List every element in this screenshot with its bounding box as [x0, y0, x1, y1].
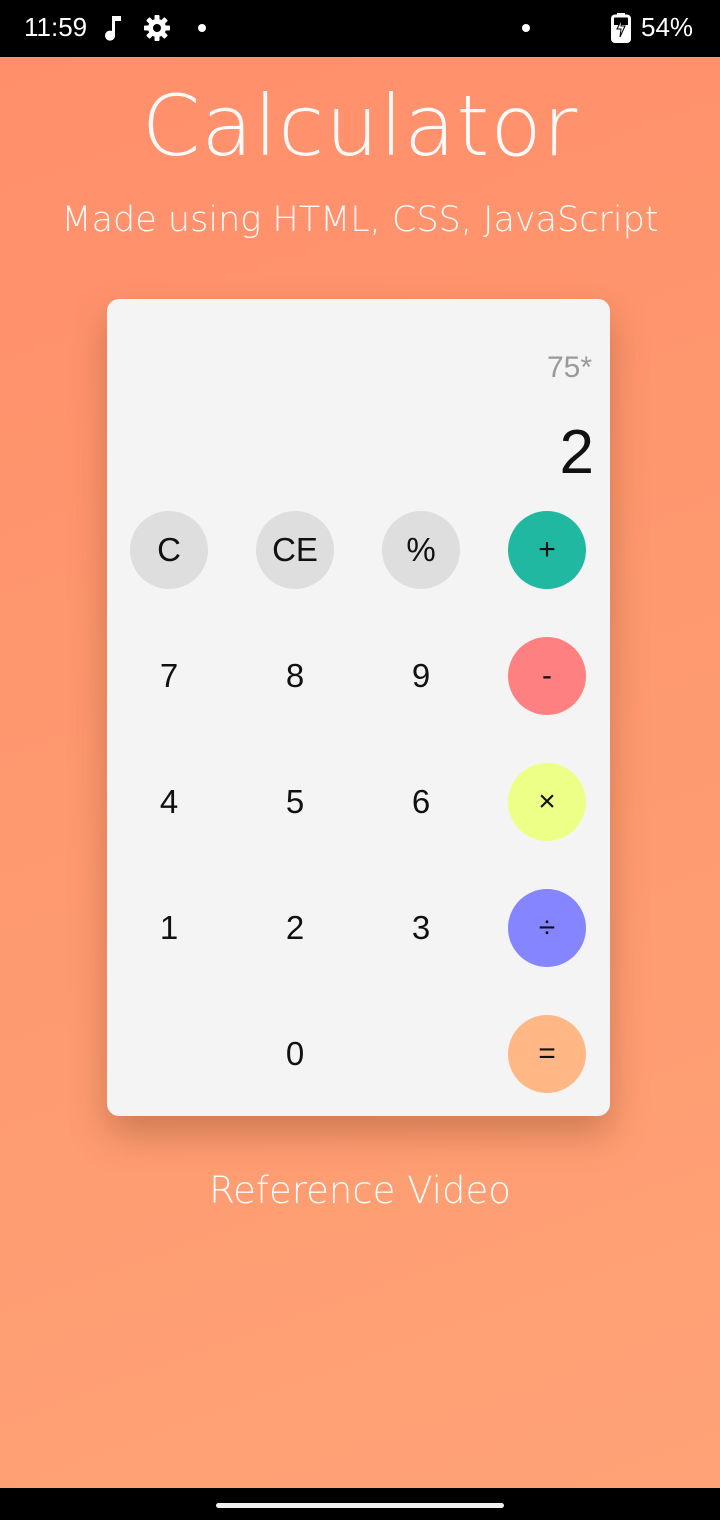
app-screen: Calculator Made using HTML, CSS, JavaScr… — [0, 57, 720, 1488]
navigation-bar — [0, 1488, 720, 1520]
notification-dot-icon — [522, 24, 530, 32]
notification-dot-icon — [198, 24, 206, 32]
current-operand-display: 2 — [559, 418, 594, 487]
digit-8-button[interactable]: 8 — [256, 637, 334, 715]
digit-5-button[interactable]: 5 — [256, 763, 334, 841]
battery-charging-icon — [611, 13, 631, 43]
digit-4-button[interactable]: 4 — [130, 763, 208, 841]
digit-0-button[interactable]: 0 — [256, 1015, 334, 1093]
status-bar: 11:59 54% — [0, 0, 720, 57]
page-subtitle: Made using HTML, CSS, JavaScript — [61, 200, 659, 240]
digit-2-button[interactable]: 2 — [256, 889, 334, 967]
equals-button[interactable]: = — [508, 1015, 586, 1093]
status-time: 11:59 — [24, 12, 88, 42]
digit-3-button[interactable]: 3 — [382, 889, 460, 967]
percent-button[interactable]: % — [382, 511, 460, 589]
previous-operand-display: 75* — [546, 351, 592, 384]
add-button[interactable]: + — [508, 511, 586, 589]
home-gesture-handle[interactable] — [216, 1503, 504, 1508]
clear-entry-button[interactable]: CE — [256, 511, 334, 589]
page-title: Calculator — [141, 77, 579, 175]
digit-1-button[interactable]: 1 — [130, 889, 208, 967]
digit-7-button[interactable]: 7 — [130, 637, 208, 715]
reference-video-link[interactable]: Reference Video — [0, 1169, 720, 1212]
digit-9-button[interactable]: 9 — [382, 637, 460, 715]
subtract-button[interactable]: - — [508, 637, 586, 715]
multiply-button[interactable]: × — [508, 763, 586, 841]
music-icon — [105, 16, 121, 41]
divide-button[interactable]: ÷ — [508, 889, 586, 967]
calculator-card: 75* 2 C CE % + 7 8 9 - 4 5 6 × 1 2 3 ÷ 0… — [107, 299, 610, 1116]
gear-icon — [144, 15, 170, 41]
digit-6-button[interactable]: 6 — [382, 763, 460, 841]
clear-button[interactable]: C — [130, 511, 208, 589]
battery-percent: 54% — [641, 12, 694, 42]
